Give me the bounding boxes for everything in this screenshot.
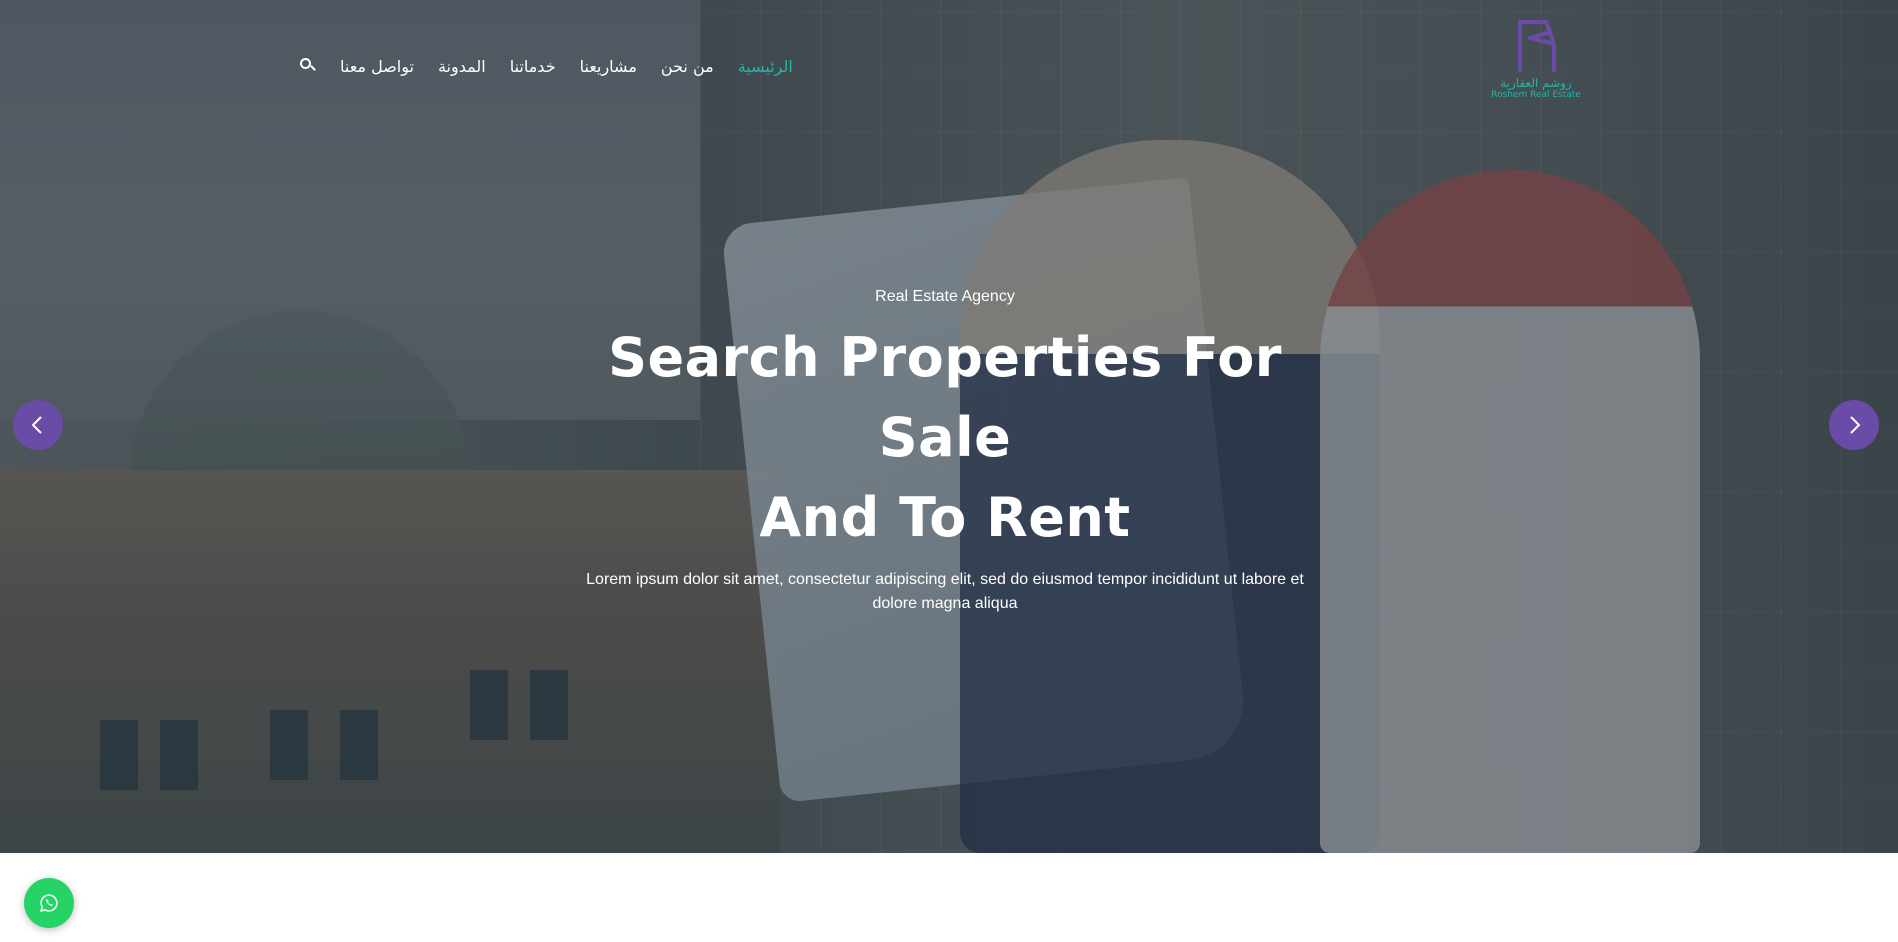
nav-item-contact[interactable]: تواصل معنا [340,57,414,76]
nav-item-projects[interactable]: مشاريعنا [580,57,637,76]
search-icon-lens [300,58,311,69]
logo-english-name: Roshem Real Estate [1491,90,1581,100]
whatsapp-icon [40,894,58,912]
main-navigation: الرئيسية من نحن مشاريعنا خدماتنا المدونة… [300,55,793,77]
logo-mark-icon [1518,20,1556,72]
logo-arabic-name: روشم العقارية [1500,76,1572,90]
slider-next-button[interactable] [1829,400,1879,450]
hero-title: Search Properties For Sale And To Rent [549,318,1341,558]
slider-prev-button[interactable] [13,400,63,450]
hero-eyebrow: Real Estate Agency [875,288,1015,305]
search-icon[interactable] [300,58,316,74]
nav-item-blog[interactable]: المدونة [438,57,486,76]
nav-item-home[interactable]: الرئيسية [738,57,793,76]
whatsapp-button[interactable] [24,878,74,928]
nav-item-about[interactable]: من نحن [661,57,714,76]
search-icon-handle [310,65,316,71]
chevron-left-icon [31,416,42,434]
hero-title-line1: Search Properties For Sale [608,326,1282,469]
hero-section: الرئيسية من نحن مشاريعنا خدماتنا المدونة… [0,0,1898,853]
nav-item-services[interactable]: خدماتنا [510,57,556,76]
site-logo[interactable]: روشم العقارية Roshem Real Estate [1486,18,1586,110]
chevron-right-icon [1850,416,1861,434]
hero-description: Lorem ipsum dolor sit amet, consectetur … [586,571,1304,612]
hero-content: Real Estate Agency Search Properties For… [549,288,1341,616]
hero-title-line2: And To Rent [759,486,1131,549]
